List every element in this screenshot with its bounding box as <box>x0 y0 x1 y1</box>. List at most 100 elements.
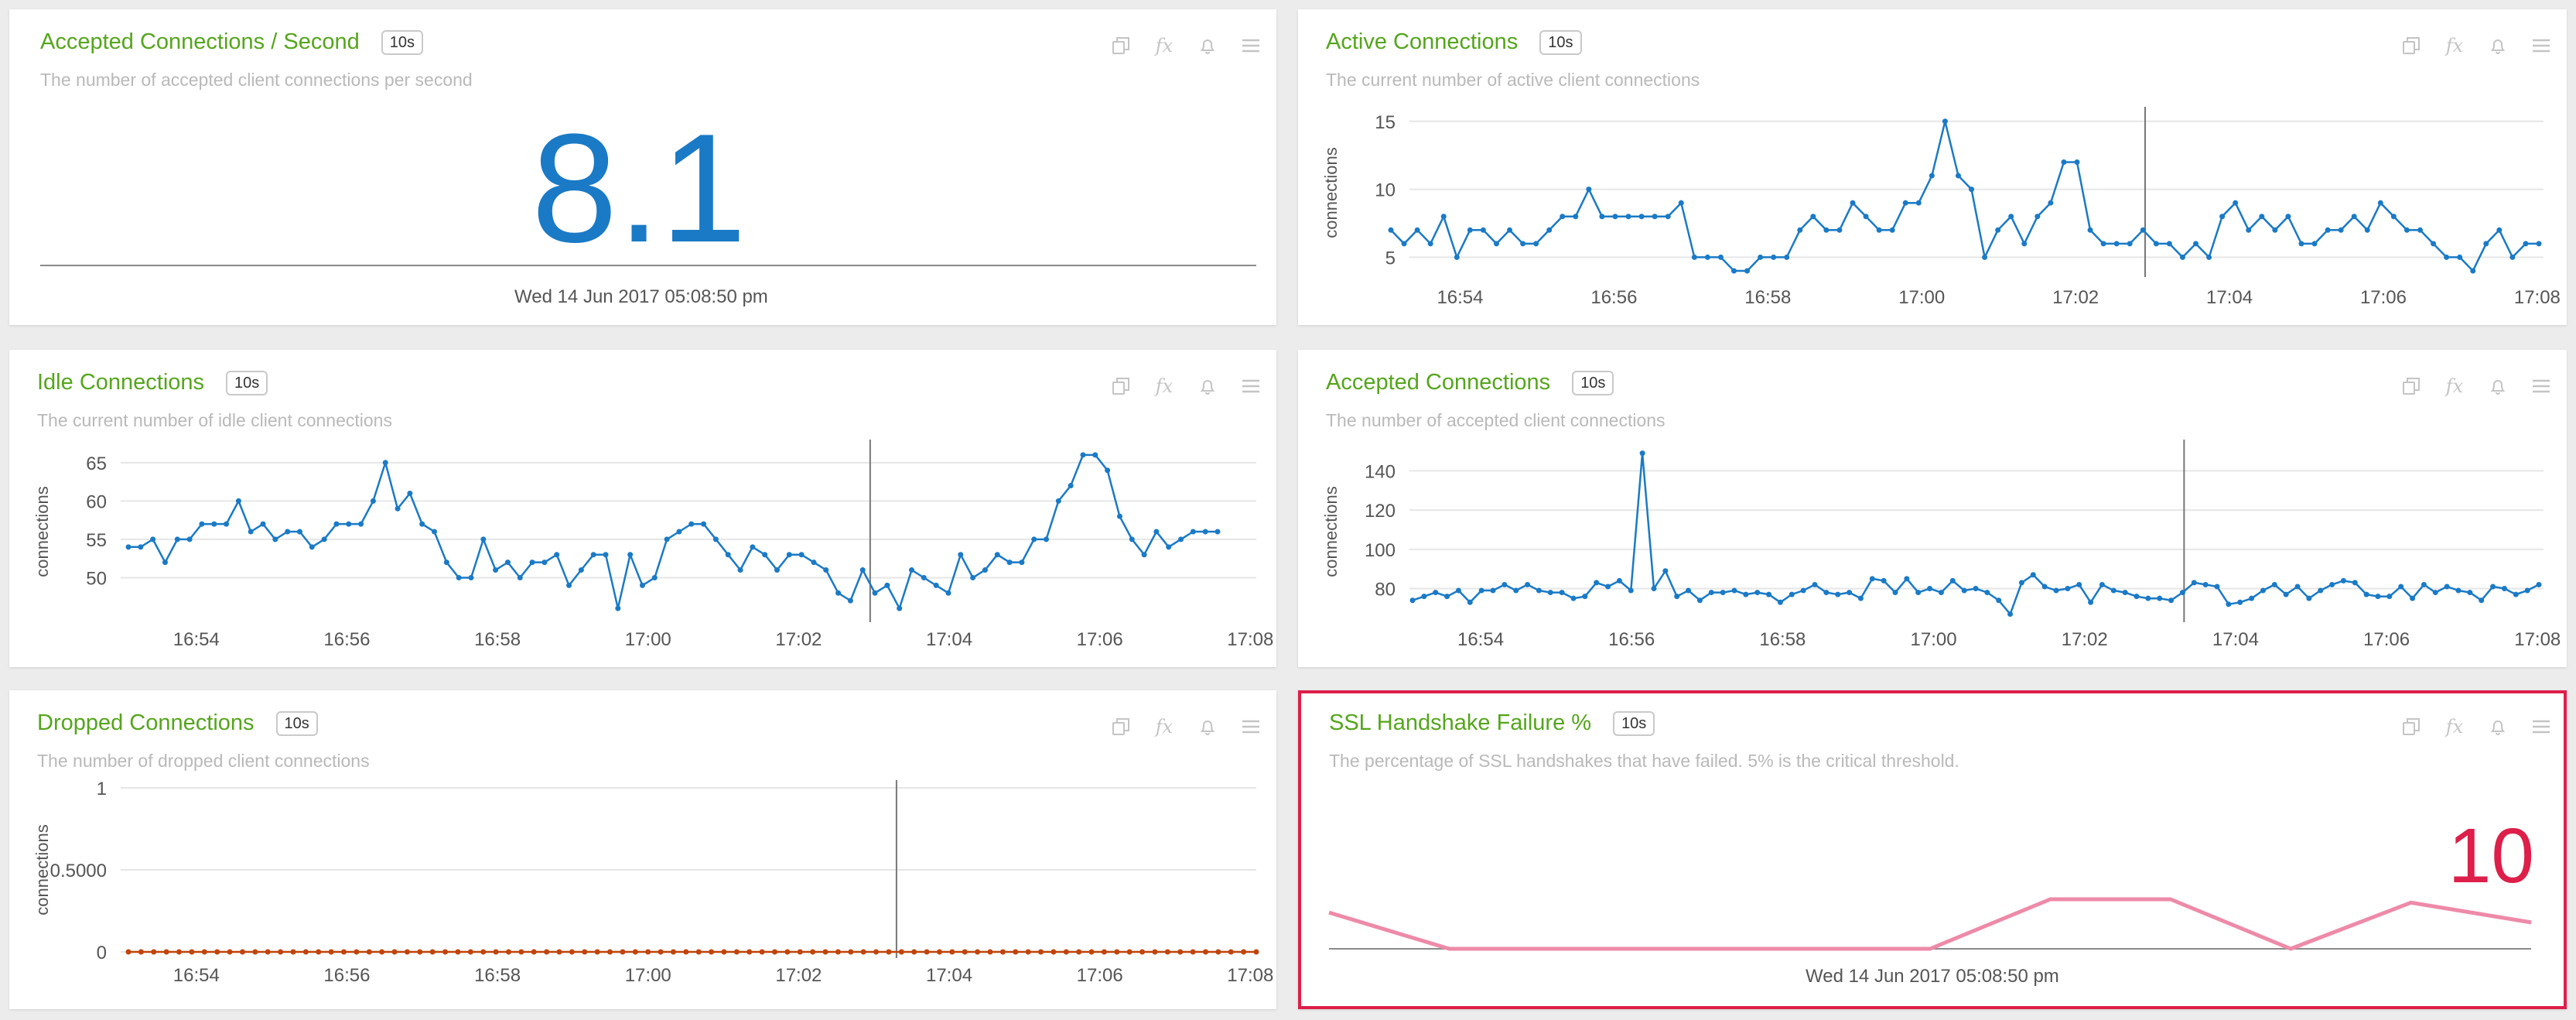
y-axis-label: connections <box>1321 486 1341 577</box>
data-point <box>370 498 376 504</box>
data-point <box>1215 529 1221 535</box>
y-tick-label: 120 <box>1365 501 1396 522</box>
data-point <box>176 949 183 955</box>
x-tick-label: 16:58 <box>1759 629 1806 650</box>
data-point <box>505 949 511 955</box>
menu-icon[interactable] <box>1239 34 1262 57</box>
y-tick-label: 15 <box>1375 112 1396 133</box>
x-tick-label: 17:06 <box>1077 965 1123 986</box>
data-point <box>1662 568 1669 574</box>
data-point <box>1766 591 1772 597</box>
data-point <box>2410 595 2416 601</box>
y-tick-label: 0 <box>97 943 107 964</box>
data-point <box>125 949 132 955</box>
data-point <box>774 567 780 573</box>
data-point <box>1628 587 1634 594</box>
data-point <box>2298 241 2304 247</box>
x-tick-label: 17:00 <box>1911 629 1957 650</box>
data-point <box>1570 595 1577 601</box>
data-point <box>2053 587 2059 594</box>
data-point <box>302 949 309 955</box>
interval-badge: 10s <box>381 29 423 55</box>
y-tick-label: 60 <box>86 491 107 512</box>
data-point <box>1513 587 1519 594</box>
data-point <box>556 949 562 955</box>
y-axis-label: connections <box>32 486 52 577</box>
x-tick-label: 17:00 <box>625 965 671 986</box>
data-point <box>2018 580 2024 586</box>
data-point <box>994 552 1000 558</box>
data-point <box>594 949 600 955</box>
data-point <box>2386 594 2393 600</box>
data-point <box>1758 254 1764 260</box>
active-connections-chart: 5 10 15 connections 16:54 16:56 16:58 17:00 17:0… <box>1321 107 2561 308</box>
data-point <box>835 590 842 596</box>
data-point <box>1612 214 1618 220</box>
data-point <box>1969 187 1975 193</box>
data-point <box>2496 227 2503 233</box>
data-point <box>683 949 689 955</box>
data-point <box>1686 587 1692 594</box>
data-point <box>2536 241 2542 247</box>
data-point <box>1652 214 1658 220</box>
x-tick-label: 16:56 <box>1608 629 1655 650</box>
data-point <box>676 529 682 535</box>
data-point <box>695 949 702 955</box>
fx-icon[interactable]: fx <box>1153 34 1176 57</box>
data-point <box>2272 227 2278 233</box>
data-point <box>2166 241 2172 247</box>
data-point <box>1480 227 1486 233</box>
data-point <box>417 949 423 955</box>
data-point <box>517 574 523 580</box>
copy-icon[interactable] <box>1109 34 1133 57</box>
data-point <box>786 552 792 558</box>
data-point <box>2233 200 2239 206</box>
data-point <box>1547 590 1553 596</box>
data-point <box>1202 949 1208 955</box>
data-point <box>712 536 719 543</box>
data-point <box>987 949 993 955</box>
data-point <box>1892 590 1898 596</box>
x-tick-label: 16:56 <box>323 965 370 986</box>
data-point <box>456 574 462 580</box>
x-tick-label: 17:08 <box>1227 629 1273 650</box>
data-point <box>358 521 364 527</box>
data-point <box>2483 241 2489 247</box>
data-point <box>651 574 658 580</box>
data-point <box>1857 595 1864 601</box>
data-point <box>1038 949 1044 955</box>
y-tick-label: 65 <box>86 454 107 474</box>
y-tick-label: 10 <box>1375 180 1396 201</box>
data-point <box>2074 159 2080 165</box>
data-point <box>2351 214 2357 220</box>
data-point <box>2034 214 2041 220</box>
data-point <box>2168 597 2175 604</box>
x-tick-label: 16:54 <box>1457 629 1504 650</box>
bell-icon[interactable] <box>1196 34 1219 57</box>
data-point <box>1088 949 1095 955</box>
data-point <box>2444 254 2450 260</box>
data-point <box>1743 591 1749 597</box>
panel-idle-connections: Idle Connections 10s The current number … <box>9 350 1276 667</box>
data-point <box>542 560 548 566</box>
data-point <box>2100 241 2106 247</box>
data-point <box>1467 599 1473 605</box>
y-tick-label: 100 <box>1365 540 1396 561</box>
data-point <box>480 536 487 543</box>
x-tick-label: 17:04 <box>2212 629 2259 650</box>
series-line <box>1390 121 2539 273</box>
data-point <box>419 521 425 527</box>
data-point <box>2524 587 2530 594</box>
data-point <box>1525 581 1531 587</box>
x-tick-label: 17:08 <box>2514 287 2561 308</box>
data-point <box>1493 241 1499 247</box>
data-point <box>2352 580 2358 586</box>
data-point <box>1215 949 1221 955</box>
x-tick-label: 17:02 <box>2062 629 2108 650</box>
data-point <box>366 949 372 955</box>
data-point <box>1031 536 1037 543</box>
data-point <box>886 949 892 955</box>
data-point <box>1546 227 1553 233</box>
panel-title[interactable]: Accepted Connections / Second <box>40 29 360 55</box>
data-point <box>590 552 596 558</box>
